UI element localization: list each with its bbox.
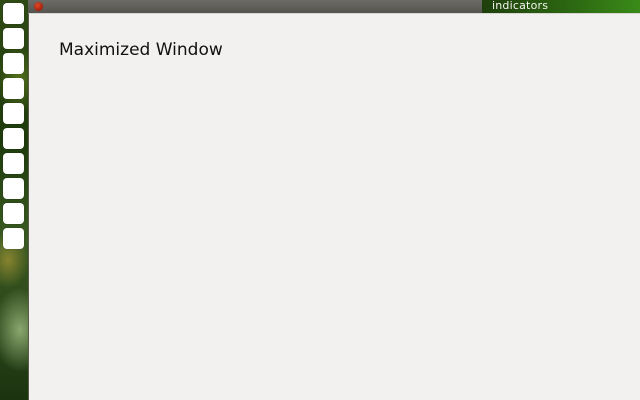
indicators-label: indicators <box>492 0 549 12</box>
launcher-item-1[interactable] <box>3 3 24 24</box>
launcher-item-4[interactable] <box>3 78 24 99</box>
launcher-item-7[interactable] <box>3 153 24 174</box>
launcher-item-6[interactable] <box>3 128 24 149</box>
launcher-item-5[interactable] <box>3 103 24 124</box>
window-close-button[interactable] <box>34 2 43 11</box>
maximized-window[interactable]: Maximized Window <box>28 13 640 400</box>
window-title: Maximized Window <box>59 40 223 60</box>
launcher-item-9[interactable] <box>3 203 24 224</box>
launcher-item-3[interactable] <box>3 53 24 74</box>
launcher <box>0 0 28 400</box>
indicators-area[interactable]: indicators <box>482 0 640 13</box>
launcher-item-8[interactable] <box>3 178 24 199</box>
launcher-item-2[interactable] <box>3 28 24 49</box>
launcher-item-10[interactable] <box>3 228 24 249</box>
